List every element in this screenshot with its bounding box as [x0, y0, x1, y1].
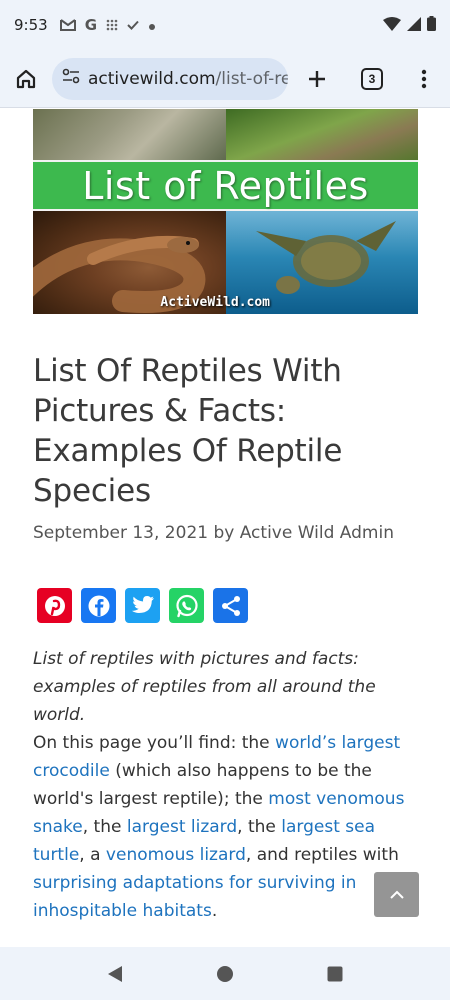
google-icon: G — [84, 16, 97, 34]
overflow-menu-button[interactable] — [398, 50, 450, 108]
link-surprising-adaptations[interactable]: surprising adaptations for surviving in … — [33, 873, 356, 921]
nav-recents-button[interactable] — [315, 954, 355, 994]
hero-watermark: ActiveWild.com — [160, 295, 270, 310]
para-text: , the — [237, 817, 282, 837]
browser-toolbar: activewild.com/list-of-re 3 — [0, 50, 450, 108]
whatsapp-icon — [175, 594, 198, 617]
grid-icon — [106, 16, 118, 35]
url-path: /list-of-re — [215, 68, 288, 89]
system-navigation-bar — [0, 947, 450, 1000]
pinterest-icon — [44, 595, 65, 616]
url-text: activewild.com/list-of-re — [88, 69, 288, 89]
article-paragraph: On this page you’ll find: the world’s la… — [33, 729, 428, 925]
para-text: , and reptiles with — [245, 845, 399, 865]
twitter-share-button[interactable] — [125, 588, 160, 623]
nav-home-button[interactable] — [205, 954, 245, 994]
link-venomous-lizard[interactable]: venomous lizard — [106, 845, 246, 865]
page-content: List of Reptiles ActiveWild.com List Of … — [0, 109, 450, 947]
hero-banner: List of Reptiles — [33, 160, 418, 211]
twitter-icon — [131, 595, 154, 613]
crocodile-photo — [33, 109, 226, 160]
nav-back-button[interactable] — [95, 954, 135, 994]
article-meta: September 13, 2021 by Active Wild Admin — [33, 523, 394, 543]
url-domain: activewild.com — [88, 68, 216, 89]
gmail-icon — [59, 16, 76, 35]
back-triangle-icon — [108, 965, 122, 982]
page-title: List Of Reptiles With Pictures & Facts: … — [33, 353, 343, 509]
system-icons — [383, 15, 436, 35]
recents-square-icon — [327, 966, 343, 981]
whatsapp-share-button[interactable] — [169, 588, 204, 623]
site-settings-icon[interactable] — [62, 68, 80, 89]
home-icon — [16, 69, 36, 88]
home-circle-icon — [217, 965, 233, 982]
facebook-icon — [88, 595, 109, 616]
tab-count: 3 — [361, 67, 383, 90]
status-bar: 9:53 G — [0, 0, 450, 50]
signal-icon — [407, 16, 421, 35]
chevron-up-icon — [389, 890, 404, 899]
para-text: , the — [82, 817, 127, 837]
hero-image: List of Reptiles ActiveWild.com — [33, 109, 418, 314]
hero-title: List of Reptiles — [82, 163, 369, 208]
link-largest-lizard[interactable]: largest lizard — [127, 817, 237, 837]
more-vert-icon — [421, 69, 427, 88]
tortoise-photo — [226, 109, 418, 160]
share-buttons — [37, 588, 248, 623]
battery-icon — [427, 15, 436, 35]
tab-switcher-button[interactable]: 3 — [346, 50, 398, 108]
status-time: 9:53 — [14, 16, 48, 34]
generic-share-button[interactable] — [213, 588, 248, 623]
pinterest-share-button[interactable] — [37, 588, 72, 623]
para-text: , a — [79, 845, 106, 865]
new-tab-button[interactable] — [288, 50, 346, 108]
article-intro: List of reptiles with pictures and facts… — [33, 649, 376, 725]
scroll-to-top-button[interactable] — [374, 872, 419, 917]
notification-icons: G — [59, 16, 156, 35]
wifi-icon — [383, 16, 401, 35]
check-icon — [127, 16, 139, 35]
plus-icon — [309, 70, 325, 87]
para-text: . — [211, 901, 218, 921]
home-button[interactable] — [0, 50, 52, 108]
dot-icon — [148, 16, 156, 35]
para-text: On this page you’ll find: the — [33, 733, 276, 753]
facebook-share-button[interactable] — [81, 588, 116, 623]
address-bar[interactable]: activewild.com/list-of-re — [52, 57, 288, 100]
share-icon — [221, 595, 240, 616]
